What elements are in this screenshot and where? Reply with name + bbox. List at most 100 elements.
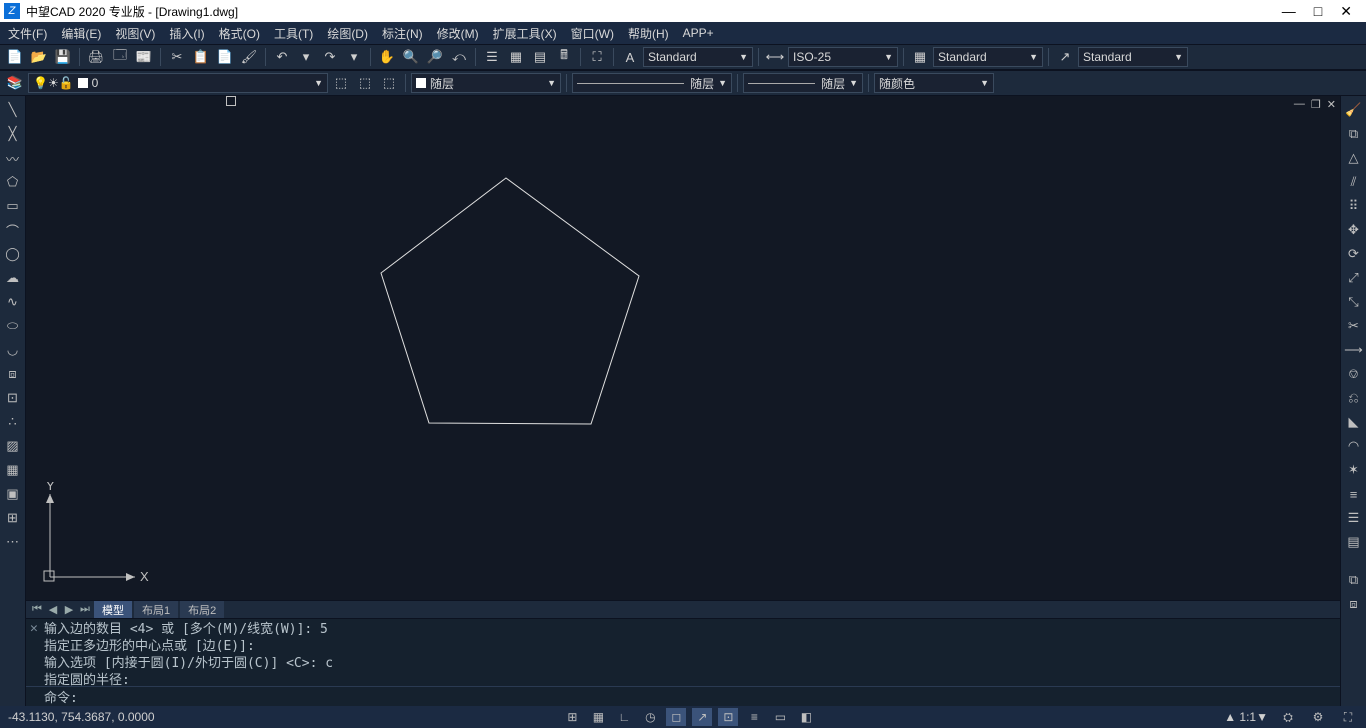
lineweight-dropdown[interactable]: 随层 ▼ <box>743 73 863 93</box>
revcloud-icon[interactable]: ☁ <box>3 268 23 288</box>
cut-icon[interactable]: ✂ <box>166 46 188 68</box>
menu-ext[interactable]: 扩展工具(X) <box>493 25 557 42</box>
osnap-icon[interactable]: ◻ <box>666 708 686 726</box>
cleanscreen-icon[interactable]: ⛶ <box>586 46 608 68</box>
plotstyle-dropdown[interactable]: 随颜色 ▼ <box>874 73 994 93</box>
make-block-icon[interactable]: ⊡ <box>3 388 23 408</box>
dyn-icon[interactable]: ⊡ <box>718 708 738 726</box>
gradient-icon[interactable]: ▦ <box>3 460 23 480</box>
calculator-icon[interactable]: 🖩 <box>553 46 575 68</box>
hatch-icon[interactable]: ▨ <box>3 436 23 456</box>
layer-dropdown[interactable]: 💡 ☀ 🔓 0 ▼ <box>28 73 328 93</box>
menu-window[interactable]: 窗口(W) <box>571 25 614 42</box>
fillet-icon[interactable]: ◠ <box>1344 436 1364 456</box>
move-icon[interactable]: ✥ <box>1344 220 1364 240</box>
text-style-icon[interactable]: A <box>619 46 641 68</box>
stretch-icon[interactable]: ⤡ <box>1344 292 1364 312</box>
preview-icon[interactable]: 🗔 <box>109 46 131 68</box>
table-icon[interactable]: ⊞ <box>3 508 23 528</box>
tab-model[interactable]: 模型 <box>94 601 132 619</box>
close-icon[interactable]: ✕ <box>1340 3 1352 20</box>
dim-style-icon[interactable]: ⟷ <box>764 46 786 68</box>
zoom-realtime-icon[interactable]: 🔍 <box>400 46 422 68</box>
otrack-icon[interactable]: ↗ <box>692 708 712 726</box>
mleader-style-icon[interactable]: ↗ <box>1054 46 1076 68</box>
model-icon[interactable]: ▭ <box>770 708 790 726</box>
polar-icon[interactable]: ◷ <box>640 708 660 726</box>
scale-icon[interactable]: ⤢ <box>1344 268 1364 288</box>
new-icon[interactable]: 📄 <box>4 46 26 68</box>
zoom-window-icon[interactable]: 🔎 <box>424 46 446 68</box>
properties-icon[interactable]: ☰ <box>481 46 503 68</box>
tab-last-icon[interactable]: ⏭ <box>78 603 92 616</box>
redo-icon[interactable]: ↷ <box>319 46 341 68</box>
matchprop-icon[interactable]: 🖌 <box>238 46 260 68</box>
qp-icon[interactable]: ◧ <box>796 708 816 726</box>
mtext-icon[interactable]: ⋯ <box>3 532 23 552</box>
paste-icon[interactable]: 📄 <box>214 46 236 68</box>
menu-view[interactable]: 视图(V) <box>115 25 155 42</box>
linetype-dropdown[interactable]: 随层 ▼ <box>572 73 732 93</box>
pan-icon[interactable]: ✋ <box>376 46 398 68</box>
polygon-icon[interactable]: ⬠ <box>3 172 23 192</box>
insert-block-icon[interactable]: ⧈ <box>3 364 23 384</box>
menu-draw[interactable]: 绘图(D) <box>327 25 368 42</box>
drawing-canvas[interactable]: — ❐ ✕ X Y <box>26 96 1340 600</box>
grid-icon[interactable]: ▦ <box>588 708 608 726</box>
polyline-icon[interactable]: 〰 <box>3 148 23 168</box>
rotate-icon[interactable]: ⟳ <box>1344 244 1364 264</box>
table-style-icon[interactable]: ▦ <box>909 46 931 68</box>
array-icon[interactable]: ⠿ <box>1344 196 1364 216</box>
tab-first-icon[interactable]: ⏮ <box>30 603 44 616</box>
ungroup-icon[interactable]: ⧈ <box>1344 594 1364 614</box>
snap-icon[interactable]: ⊞ <box>562 708 582 726</box>
ellipse-icon[interactable]: ⬭ <box>3 316 23 336</box>
undo-icon[interactable]: ↶ <box>271 46 293 68</box>
zoom-prev-icon[interactable]: ⤺ <box>448 46 470 68</box>
publish-icon[interactable]: 📰 <box>133 46 155 68</box>
arc-icon[interactable]: ⌒ <box>3 220 23 240</box>
menu-dim[interactable]: 标注(N) <box>382 25 423 42</box>
rectangle-icon[interactable]: ▭ <box>3 196 23 216</box>
menu-modify[interactable]: 修改(M) <box>437 25 479 42</box>
copy-icon[interactable]: 📋 <box>190 46 212 68</box>
maximize-icon[interactable]: □ <box>1314 3 1322 20</box>
circle-icon[interactable]: ◯ <box>3 244 23 264</box>
point-icon[interactable]: ∴ <box>3 412 23 432</box>
properties-palette-icon[interactable]: ☰ <box>1344 508 1364 528</box>
color-dropdown[interactable]: 随层 ▼ <box>411 73 561 93</box>
layer-prev-icon[interactable]: ⬚ <box>330 72 352 94</box>
trim-icon[interactable]: ✂ <box>1344 316 1364 336</box>
dim-style-dropdown[interactable]: ISO-25 ▼ <box>788 47 898 67</box>
layer-iso-icon[interactable]: ⬚ <box>354 72 376 94</box>
lwt-icon[interactable]: ≡ <box>744 708 764 726</box>
draworder-icon[interactable]: ▤ <box>1344 532 1364 552</box>
menu-format[interactable]: 格式(O) <box>219 25 260 42</box>
mirror-icon[interactable]: △ <box>1344 148 1364 168</box>
offset-icon[interactable]: ⫽ <box>1344 172 1364 192</box>
menu-tools[interactable]: 工具(T) <box>274 25 313 42</box>
print-icon[interactable]: 🖨 <box>85 46 107 68</box>
layer-states-icon[interactable]: ⬚ <box>378 72 400 94</box>
menu-appplus[interactable]: APP+ <box>683 26 714 40</box>
break-icon[interactable]: ⎊ <box>1344 364 1364 384</box>
align-icon[interactable]: ≡ <box>1344 484 1364 504</box>
spline-icon[interactable]: ∿ <box>3 292 23 312</box>
join-icon[interactable]: ⎌ <box>1344 388 1364 408</box>
command-history[interactable]: 输入边的数目 <4> 或 [多个(M)/线宽(W)]: 5 指定正多边形的中心点… <box>26 619 1340 686</box>
layer-manager-icon[interactable]: 📚 <box>4 72 26 94</box>
tab-layout1[interactable]: 布局1 <box>134 601 178 619</box>
workspace-icon[interactable]: ⚙ <box>1308 708 1328 726</box>
status-coords[interactable]: -43.1130, 754.3687, 0.0000 <box>8 710 155 724</box>
menu-file[interactable]: 文件(F) <box>8 25 47 42</box>
menu-insert[interactable]: 插入(I) <box>169 25 204 42</box>
line-icon[interactable]: ╲ <box>3 100 23 120</box>
region-icon[interactable]: ▣ <box>3 484 23 504</box>
redo-arrow-icon[interactable]: ▾ <box>343 46 365 68</box>
tab-layout2[interactable]: 布局2 <box>180 601 224 619</box>
ellipse-arc-icon[interactable]: ◡ <box>3 340 23 360</box>
tab-prev-icon[interactable]: ◀ <box>46 603 60 616</box>
copy-obj-icon[interactable]: ⧉ <box>1344 124 1364 144</box>
fullscreen-icon[interactable]: ⛶ <box>1338 708 1358 726</box>
open-icon[interactable]: 📂 <box>28 46 50 68</box>
